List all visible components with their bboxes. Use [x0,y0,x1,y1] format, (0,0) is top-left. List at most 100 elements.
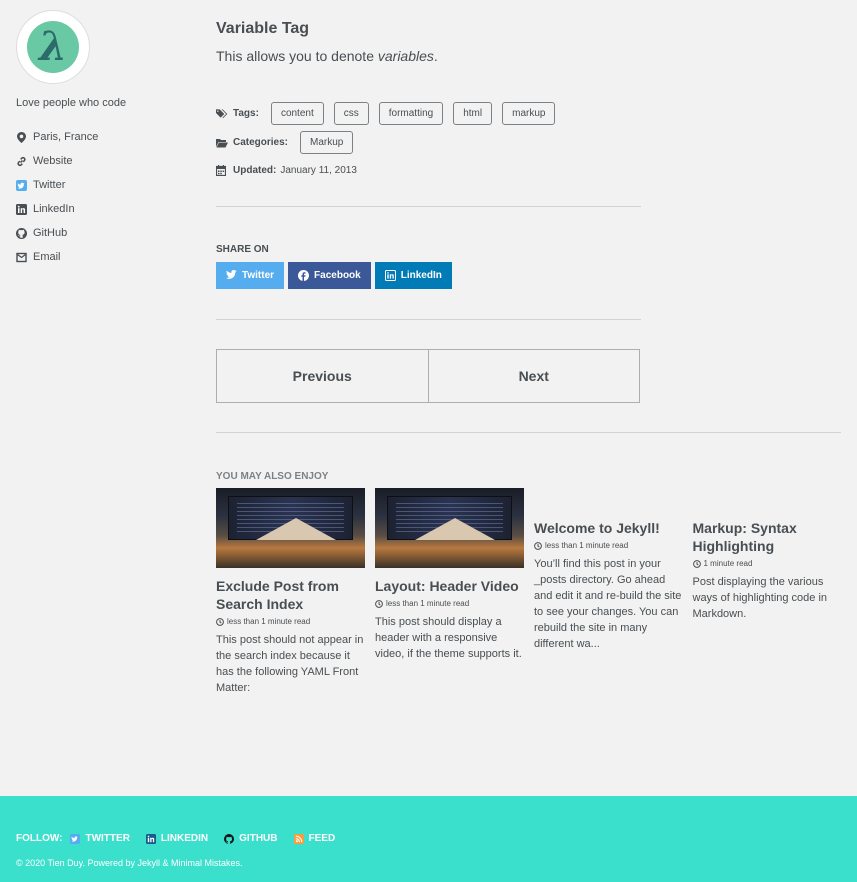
linkedin-icon [145,833,156,844]
related-card[interactable]: Welcome to Jekyll! less than 1 minute re… [534,488,683,696]
envelope-icon [16,252,27,263]
author-link-github-label[interactable]: GitHub [33,227,67,239]
categories-row: Categories: Markup [216,131,841,154]
post-title: Variable Tag [216,20,310,37]
github-icon [224,833,235,844]
footer-twitter-label: TWITTER [85,833,130,844]
twitter-icon [226,270,237,281]
author-link-linkedin-label[interactable]: LinkedIn [33,203,75,215]
card-excerpt: This post should display a header with a… [375,616,522,660]
calendar-icon [216,164,228,176]
footer-twitter-link[interactable]: TWITTER [70,833,130,844]
share-linkedin-label: LinkedIn [400,270,442,281]
card-thumbnail-image[interactable] [375,488,524,568]
author-link-email[interactable]: Email [16,245,196,269]
footer-linkedin-label: LINKEDIN [160,833,209,844]
card-read-time: less than 1 minute read [534,541,683,550]
tag-css[interactable]: css [333,102,369,125]
author-link-email-label[interactable]: Email [33,251,61,263]
follow-label: FOLLOW: [16,833,63,844]
card-read-time: 1 minute read [692,559,842,568]
card-title[interactable]: Welcome to Jekyll! [534,519,683,537]
category-markup[interactable]: Markup [300,131,354,154]
clock-icon [692,559,701,568]
share-buttons: Twitter Facebook LinkedIn [216,262,841,289]
share-facebook-label: Facebook [314,270,361,281]
post-lead-prefix: This allows you to denote [216,48,378,64]
tag-html[interactable]: html [453,102,493,125]
author-link-twitter-label[interactable]: Twitter [33,179,65,191]
footer-copyright: © 2020 Tien Duy. Powered by Jekyll & Min… [16,858,243,868]
card-read-time: less than 1 minute read [375,599,524,608]
card-title[interactable]: Layout: Header Video [375,577,524,595]
divider [216,432,841,433]
next-button[interactable]: Next [428,349,640,403]
related-card[interactable]: Exclude Post from Search Index less than… [216,488,365,696]
tag-formatting[interactable]: formatting [378,102,444,125]
tag-content[interactable]: content [270,102,324,125]
post-lead-suffix: . [433,48,438,64]
footer-github-link[interactable]: GITHUB [224,833,278,844]
linkedin-icon [384,270,396,281]
share-twitter-button[interactable]: Twitter [216,262,285,289]
author-bio: Love people who code [16,97,127,109]
post-lead: This allows you to denote variables. [216,48,841,64]
card-read-time-label: less than 1 minute read [227,617,311,626]
clock-icon [375,599,383,608]
author-link-twitter[interactable]: Twitter [16,173,196,197]
related-cards: Exclude Post from Search Index less than… [216,488,841,696]
post-main: Variable Tag This allows you to denote v… [216,20,841,696]
card-title[interactable]: Markup: Syntax Highlighting [693,519,842,555]
map-marker-icon [16,131,27,143]
post-lead-em: variables [377,48,434,64]
author-links: Paris, France Website Twitter LinkedIn G… [16,125,196,269]
share-linkedin-button[interactable]: LinkedIn [374,262,452,289]
author-location-label: Paris, France [33,131,99,143]
card-excerpt: This post should not appear in the searc… [216,634,364,694]
avatar[interactable]: λ [16,10,90,84]
rss-icon [293,833,304,844]
card-thumbnail-image[interactable] [216,488,365,568]
author-sidebar: λ Love people who code Paris, France Web… [16,10,196,269]
divider [216,206,641,207]
share-facebook-button[interactable]: Facebook [288,262,371,289]
author-link-website-label[interactable]: Website [33,155,73,167]
author-link-github[interactable]: GitHub [16,221,196,245]
twitter-icon [70,833,81,844]
categories-label: Categories: [233,137,289,148]
card-read-time: less than 1 minute read [216,617,365,626]
tags-icon [216,108,228,120]
author-location: Paris, France [16,125,196,149]
tag-markup[interactable]: markup [502,102,556,125]
card-title[interactable]: Exclude Post from Search Index [216,577,365,613]
footer-github-label: GITHUB [239,833,278,844]
card-read-time-label: less than 1 minute read [386,599,470,608]
github-icon [16,227,27,239]
footer-follow: FOLLOW: TWITTER LINKEDIN GITHUB FEED [16,833,351,844]
updated-value: January 11, 2013 [280,164,357,176]
author-link-linkedin[interactable]: LinkedIn [16,197,196,221]
author-link-website[interactable]: Website [16,149,196,173]
divider [216,319,641,320]
link-icon [16,156,27,167]
twitter-icon [16,179,27,191]
tags-row: Tags: content css formatting html markup [216,102,841,125]
card-read-time-label: less than 1 minute read [545,541,629,550]
related-card[interactable]: Layout: Header Video less than 1 minute … [375,488,524,696]
footer-linkedin-link[interactable]: LINKEDIN [145,833,209,844]
card-excerpt: You’ll find this post in your _posts dir… [534,558,682,650]
folder-open-icon [216,137,228,149]
avatar-logo: λ [27,21,79,73]
facebook-icon [298,270,310,281]
tags-label: Tags: [233,108,259,119]
related-card[interactable]: Markup: Syntax Highlighting 1 minute rea… [693,488,842,696]
share-title: SHARE ON [216,244,269,255]
clock-icon [534,541,542,550]
clock-icon [216,617,224,626]
previous-button[interactable]: Previous [216,349,429,403]
card-excerpt: Post displaying the various ways of high… [692,576,828,620]
updated-row: Updated: January 11, 2013 [216,164,841,176]
footer-feed-link[interactable]: FEED [293,833,335,844]
post-pagination: Previous Next [216,349,640,403]
linkedin-icon [16,203,27,215]
